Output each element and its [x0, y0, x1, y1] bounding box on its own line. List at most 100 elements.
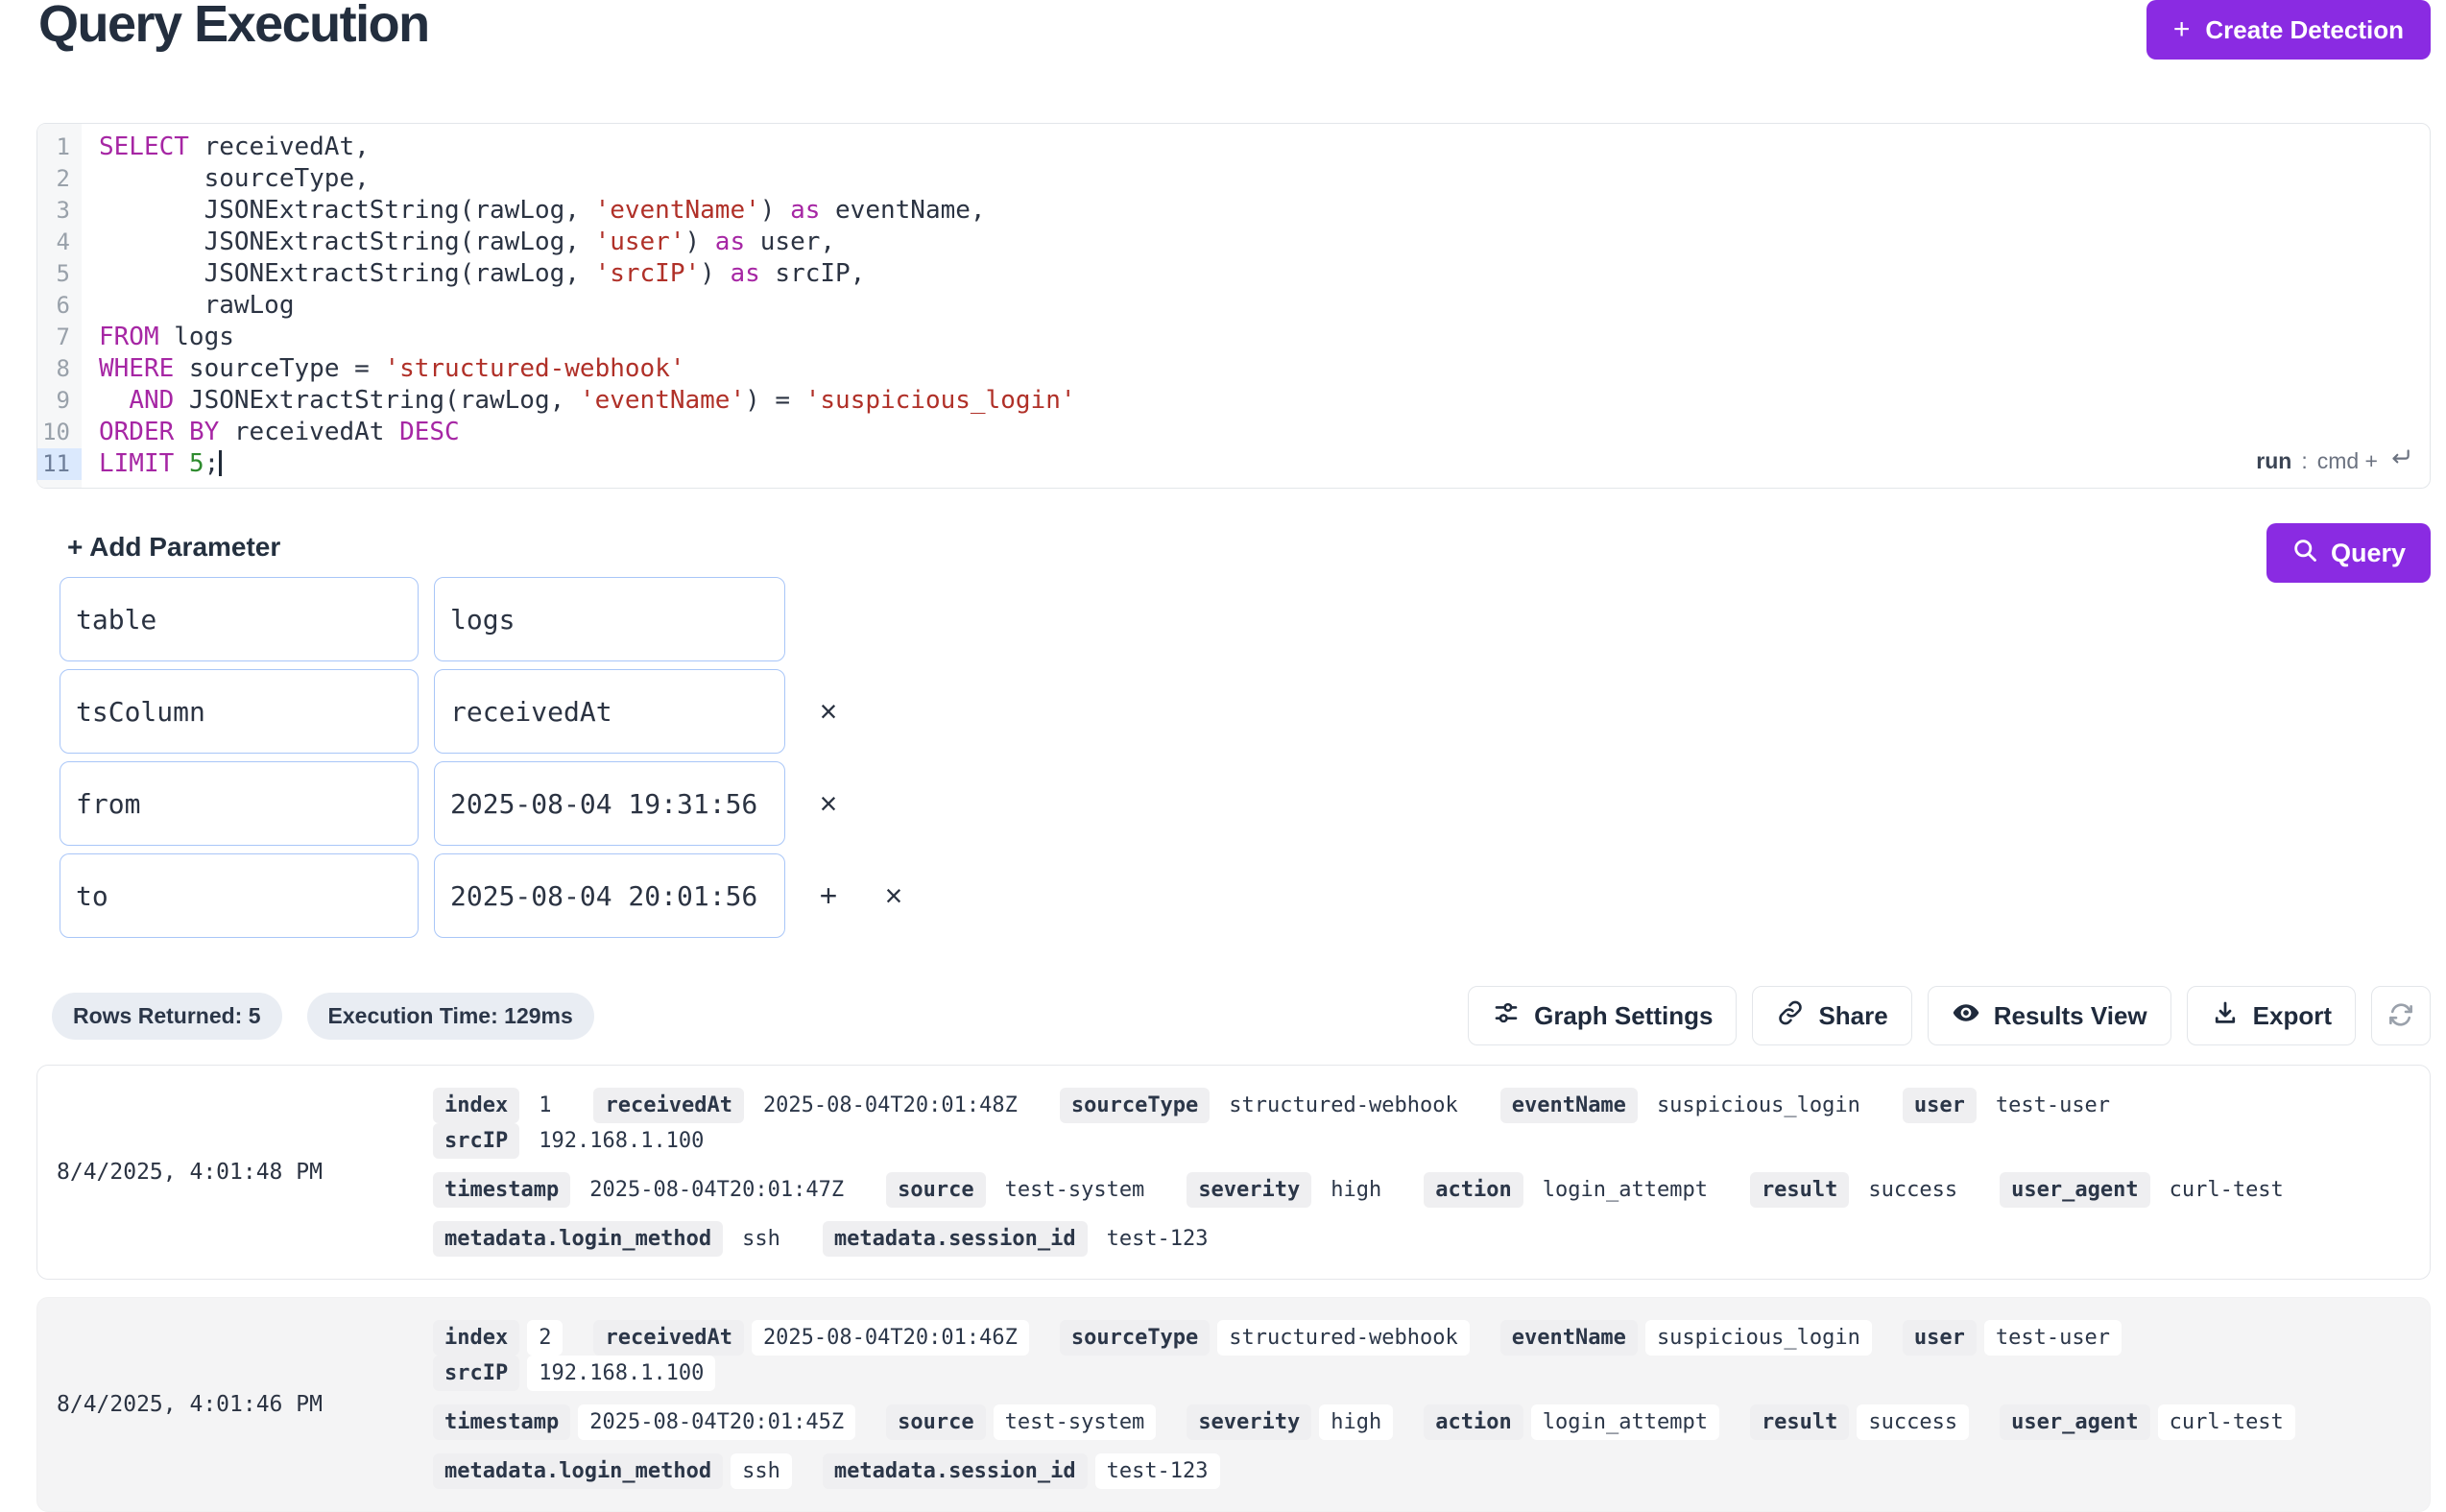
code-text: AND JSONExtractString(rawLog, 'eventName…: [99, 385, 1076, 417]
field-key-badge: receivedAt: [593, 1088, 743, 1123]
field-value: structured-webhook: [1217, 1320, 1469, 1356]
toolbar-buttons: Graph Settings Share Results View Export: [1468, 986, 2431, 1045]
field-line: metadata.login_methodssh metadata.session…: [433, 1453, 2410, 1489]
remove-parameter-button[interactable]: ×: [806, 781, 851, 826]
param-key-input[interactable]: [60, 577, 419, 661]
result-row[interactable]: 8/4/2025, 4:01:46 PMindex2receivedAt2025…: [36, 1297, 2431, 1512]
add-parameter-inline-button[interactable]: +: [806, 874, 851, 918]
result-row[interactable]: 8/4/2025, 4:01:48 PMindex1receivedAt2025…: [36, 1065, 2431, 1280]
param-value-input[interactable]: [434, 761, 785, 846]
field-value: ssh: [731, 1221, 792, 1257]
field-value: login_attempt: [1531, 1404, 1719, 1440]
line-number: 2: [37, 163, 82, 195]
download-icon: [2211, 998, 2240, 1034]
field-pair: usertest-user: [1903, 1320, 2122, 1356]
field-key-badge: metadata.session_id: [823, 1453, 1088, 1489]
code-line[interactable]: 9 AND JSONExtractString(rawLog, 'eventNa…: [37, 385, 2430, 417]
param-key-input[interactable]: [60, 669, 419, 754]
code-text: FROM logs: [99, 322, 234, 353]
field-pair: sourcetest-system: [886, 1172, 1156, 1208]
param-key-input[interactable]: [60, 761, 419, 846]
code-line[interactable]: 7FROM logs: [37, 322, 2430, 353]
code-line[interactable]: 2 sourceType,: [37, 163, 2430, 195]
line-number: 3: [37, 195, 82, 227]
field-value: 1: [527, 1088, 563, 1123]
query-button[interactable]: Query: [2266, 523, 2431, 583]
field-value: 2025-08-04T20:01:45Z: [578, 1404, 855, 1440]
field-key-badge: source: [886, 1172, 985, 1208]
results-view-label: Results View: [1994, 1001, 2147, 1031]
page-header: Query Execution + Create Detection: [36, 0, 2431, 60]
field-key-badge: source: [886, 1404, 985, 1440]
code-line[interactable]: 11LIMIT 5;: [37, 448, 2430, 480]
line-number: 11: [37, 448, 82, 480]
line-number: 9: [37, 385, 82, 417]
field-key-badge: user: [1903, 1320, 1977, 1356]
return-key-icon: [2387, 444, 2412, 478]
line-number: 6: [37, 290, 82, 322]
graph-settings-button[interactable]: Graph Settings: [1468, 986, 1737, 1045]
code-line[interactable]: 3 JSONExtractString(rawLog, 'eventName')…: [37, 195, 2430, 227]
code-line[interactable]: 1SELECT receivedAt,: [37, 132, 2430, 163]
field-value: test-user: [1984, 1320, 2122, 1356]
field-key-badge: srcIP: [433, 1356, 519, 1391]
rows-returned-badge: Rows Returned: 5: [52, 993, 282, 1040]
field-pair: usertest-user: [1903, 1088, 2122, 1123]
field-value: ssh: [731, 1453, 792, 1489]
param-key-input[interactable]: [60, 853, 419, 938]
line-number: 4: [37, 227, 82, 258]
results-view-button[interactable]: Results View: [1928, 986, 2171, 1045]
result-fields: index1receivedAt2025-08-04T20:01:48Zsour…: [433, 1081, 2410, 1263]
add-parameter-button[interactable]: + Add Parameter: [61, 531, 286, 564]
remove-parameter-button[interactable]: ×: [806, 689, 851, 733]
result-rows: 8/4/2025, 4:01:48 PMindex1 receivedAt 2025…: [36, 1065, 2431, 1512]
page-title: Query Execution: [38, 0, 429, 54]
field-pair: timestamp2025-08-04T20:01:47Z: [433, 1172, 855, 1208]
field-pair: index1: [433, 1088, 563, 1123]
code-text: sourceType,: [99, 163, 370, 195]
param-value-input[interactable]: [434, 669, 785, 754]
field-value: success: [1857, 1404, 1969, 1440]
field-value: high: [1319, 1172, 1393, 1208]
field-pair: sourceTypestructured-webhook: [1060, 1320, 1470, 1356]
run-shortcut: cmd +: [2317, 445, 2378, 477]
code-text: JSONExtractString(rawLog, 'user') as use…: [99, 227, 835, 258]
parameter-row: [60, 577, 2431, 661]
line-number: 8: [37, 353, 82, 385]
run-label: run: [2256, 445, 2291, 477]
field-value: test-123: [1095, 1453, 1220, 1489]
field-pair: severityhigh: [1187, 1172, 1393, 1208]
field-value: test-123: [1095, 1221, 1220, 1257]
code-line[interactable]: 6 rawLog: [37, 290, 2430, 322]
code-line[interactable]: 5 JSONExtractString(rawLog, 'srcIP') as …: [37, 258, 2430, 290]
result-timestamp: 8/4/2025, 4:01:48 PM: [57, 1081, 433, 1263]
field-pair: timestamp2025-08-04T20:01:45Z: [433, 1404, 855, 1440]
export-button[interactable]: Export: [2187, 986, 2356, 1045]
parameter-row: ×: [60, 669, 2431, 754]
field-key-badge: user_agent: [2000, 1404, 2149, 1440]
param-value-input[interactable]: [434, 853, 785, 938]
share-button[interactable]: Share: [1752, 986, 1911, 1045]
code-line[interactable]: 4 JSONExtractString(rawLog, 'user') as u…: [37, 227, 2430, 258]
field-value: test-system: [994, 1404, 1157, 1440]
line-number: 1: [37, 132, 82, 163]
eye-icon: [1952, 998, 1980, 1034]
field-value: success: [1857, 1172, 1969, 1208]
field-value: curl-test: [2158, 1404, 2295, 1440]
code-line[interactable]: 10ORDER BY receivedAt DESC: [37, 417, 2430, 448]
field-line: index1receivedAt2025-08-04T20:01:48Zsour…: [433, 1088, 2410, 1159]
code-text: JSONExtractString(rawLog, 'srcIP') as sr…: [99, 258, 865, 290]
export-label: Export: [2253, 1001, 2332, 1031]
field-value: structured-webhook: [1217, 1088, 1469, 1123]
field-pair: metadata.login_methodssh: [433, 1453, 792, 1489]
field-key-badge: action: [1424, 1172, 1523, 1208]
sql-editor[interactable]: 1SELECT receivedAt,2 sourceType,3 JSONEx…: [36, 123, 2431, 489]
code-line[interactable]: 8 WHERE sourceType = 'structured-webhook': [37, 353, 2430, 385]
param-value-input[interactable]: [434, 577, 785, 661]
create-detection-button[interactable]: + Create Detection: [2146, 0, 2431, 60]
search-icon: [2291, 537, 2318, 570]
code-text: JSONExtractString(rawLog, 'eventName') a…: [99, 195, 986, 227]
code-text: WHERE sourceType = 'structured-webhook': [99, 353, 685, 385]
refresh-button[interactable]: [2371, 986, 2431, 1045]
remove-parameter-button[interactable]: ×: [872, 874, 916, 918]
